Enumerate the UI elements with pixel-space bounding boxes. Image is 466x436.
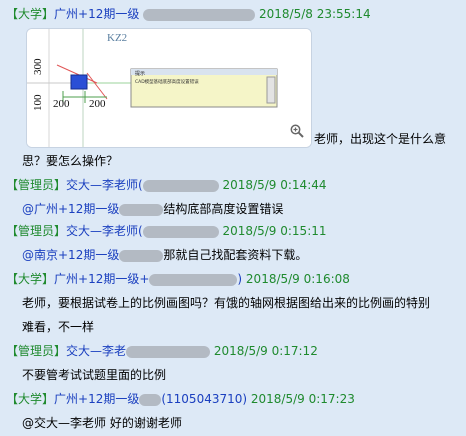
message-time: 2018/5/9 0:17:12 (213, 344, 318, 358)
message-header: 【管理员】交大—李老 2018/5/9 0:17:12 (6, 342, 318, 360)
redacted-id (143, 8, 256, 21)
sender-name[interactable]: 广州+12期一级 (54, 7, 139, 21)
label-200-right: 200 (89, 98, 106, 110)
label-200-left: 200 (53, 98, 70, 110)
sender-name[interactable]: 交大—李老师( (66, 224, 143, 238)
message-body: 结构底部高度设置错误 (163, 202, 284, 216)
message-body: 那就自己找配套资料下载。 (163, 248, 308, 262)
sender-role: 【大学】 (6, 392, 55, 406)
redacted-id (126, 345, 211, 358)
message-time: 2018/5/9 0:16:08 (245, 272, 350, 286)
redacted-id (142, 225, 219, 238)
message-header: 【大学】广州+12期一级 (1105043710) 2018/5/9 0:17:2… (6, 390, 355, 408)
message-time: 2018/5/9 0:17:23 (250, 392, 355, 406)
sender-role: 【大学】 (6, 272, 55, 286)
message-time: 2018/5/8 23:55:14 (259, 7, 371, 21)
sender-name[interactable]: 交大—李老 (66, 344, 126, 358)
sender-role: 【大学】 (6, 7, 55, 21)
message-time: 2018/5/9 0:14:44 (222, 178, 327, 192)
message-text: @南京+12期一级 那就自己找配套资料下载。 (22, 246, 307, 264)
redacted-name (119, 203, 164, 216)
sender-name[interactable]: 广州+12期一级+ (54, 272, 149, 286)
mention[interactable]: @南京+12期一级 (22, 248, 119, 262)
sender-name[interactable]: 交大—李老师( (66, 178, 143, 192)
redacted-name (119, 249, 164, 262)
redacted-id (139, 393, 162, 406)
mention[interactable]: @广州+12期一级 (22, 202, 119, 216)
message-header: 【管理员】交大—李老师( 2018/5/9 0:15:11 (6, 222, 327, 240)
dialog-title: 提示 (135, 70, 145, 77)
dialog-text: CAD模型基础底部高度设置错误 (135, 78, 199, 85)
image-attachment[interactable]: 提示 CAD模型基础底部高度设置错误 KZ2 300 100 200 200 (26, 28, 312, 148)
message-time: 2018/5/9 0:15:11 (222, 224, 327, 238)
label-100: 100 (32, 94, 44, 111)
paren: ) (237, 272, 243, 286)
sender-role: 【管理员】 (6, 344, 67, 358)
message-header: 【大学】广州+12期一级 2018/5/8 23:55:14 (6, 5, 371, 23)
message-text: 老师，要根据试卷上的比例画图吗？有饿的轴网根据图给出来的比例画的特别 (22, 296, 431, 310)
message-text-cont: 思？要怎么操作？ (22, 154, 119, 168)
label-kz2: KZ2 (107, 32, 127, 44)
zoom-in-icon[interactable] (290, 124, 304, 138)
sender-role: 【管理员】 (6, 178, 67, 192)
message-text: 老师，出现这个是什么意 (314, 132, 447, 146)
message-text: 不要管考试试题里面的比例 (22, 368, 167, 382)
sender-name[interactable]: 广州+12期一级 (54, 392, 139, 406)
message-header: 【管理员】交大—李老师( 2018/5/9 0:14:44 (6, 176, 327, 194)
message-header: 【大学】广州+12期一级+) 2018/5/9 0:16:08 (6, 270, 350, 288)
redacted-id (142, 179, 219, 192)
message-text-cont: 难看，不一样 (22, 320, 95, 334)
message-text: @交大—李老师 好的谢谢老师 (22, 416, 182, 430)
sender-qq[interactable]: (1105043710) (161, 392, 247, 406)
cad-screenshot: 提示 CAD模型基础底部高度设置错误 KZ2 300 100 200 200 (27, 29, 311, 147)
redacted-id (149, 273, 238, 286)
sender-role: 【管理员】 (6, 224, 67, 238)
message-text: @广州+12期一级 结构底部高度设置错误 (22, 200, 283, 218)
label-300: 300 (32, 58, 44, 75)
